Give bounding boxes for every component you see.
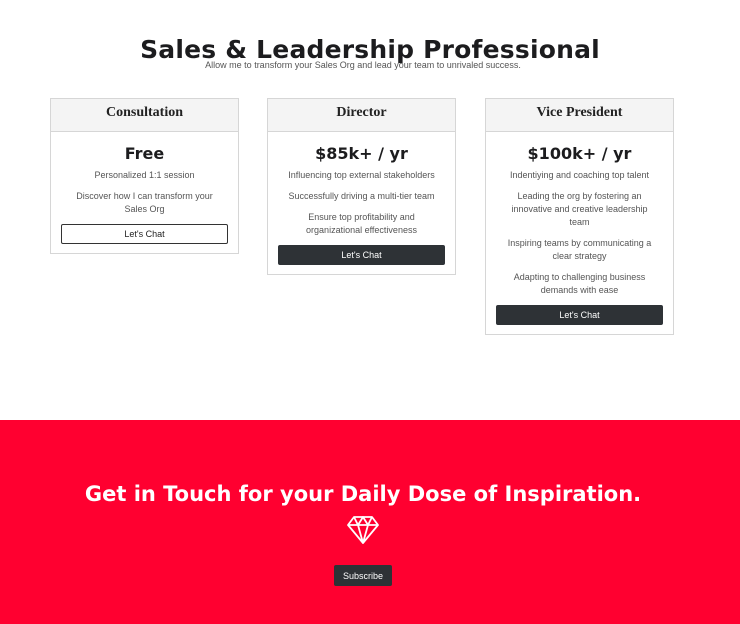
lets-chat-button[interactable]: Let's Chat	[496, 305, 663, 325]
card-feature: Inspiring teams by communicating a clear…	[507, 238, 652, 261]
card-feature: Influencing top external stakeholders	[288, 170, 435, 180]
card-feature: Personalized 1:1 session	[94, 170, 195, 180]
lets-chat-button[interactable]: Let's Chat	[61, 224, 228, 244]
diamond-icon	[347, 516, 379, 544]
card-title: Consultation	[51, 99, 238, 132]
card-price: $100k+ / yr	[527, 144, 632, 163]
card-price: $85k+ / yr	[315, 144, 408, 163]
card-title: Vice President	[486, 99, 673, 132]
card-feature: Adapting to challenging business demands…	[513, 272, 646, 295]
card-feature: Successfully driving a multi-tier team	[288, 191, 435, 201]
pricing-card-director: Director $85k+ / yr Influencing top exte…	[267, 98, 456, 275]
lets-chat-button[interactable]: Let's Chat	[278, 245, 445, 265]
subscribe-button[interactable]: Subscribe	[334, 565, 392, 586]
card-feature: Leading the org by fostering an innovati…	[511, 191, 648, 227]
card-feature: Ensure top profitability and organizatio…	[306, 212, 417, 235]
cta-title: Get in Touch for your Daily Dose of Insp…	[84, 482, 642, 506]
card-title: Director	[268, 99, 455, 132]
pricing-card-vice-president: Vice President $100k+ / yr Indentiying a…	[485, 98, 674, 335]
page-subtitle: Allow me to transform your Sales Org and…	[205, 60, 521, 70]
pricing-card-consultation: Consultation Free Personalized 1:1 sessi…	[50, 98, 239, 254]
card-price: Free	[124, 144, 165, 163]
cta-section: Get in Touch for your Daily Dose of Insp…	[0, 420, 740, 624]
card-feature: Discover how I can transform your Sales …	[76, 191, 213, 214]
card-feature: Indentiying and coaching top talent	[509, 170, 650, 180]
